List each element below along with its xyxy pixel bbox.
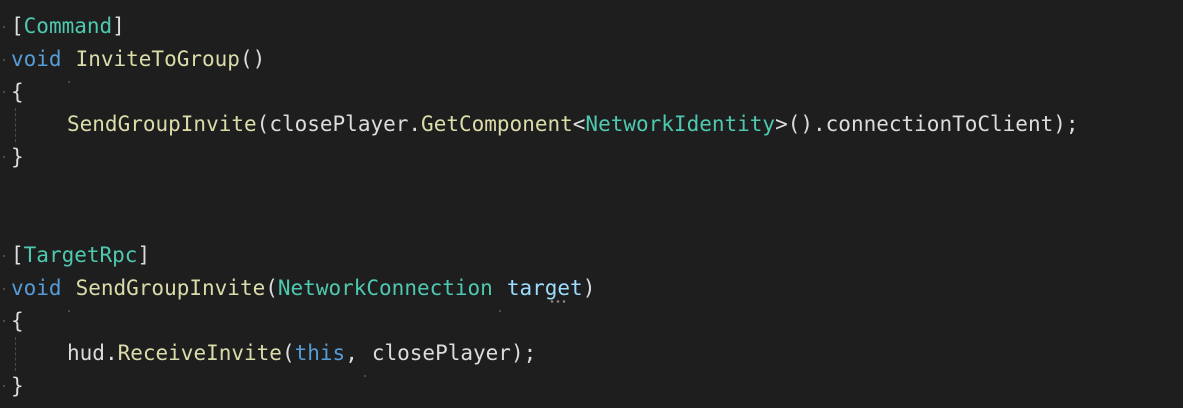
whitespace-marker: [3, 320, 5, 322]
code-line-9[interactable]: void SendGroupInvite(NetworkConnection tar…: [11, 272, 596, 312]
code-editor[interactable]: [Command] void InviteToGroup() { SendGrou…: [0, 0, 1183, 408]
type-networkidentity: NetworkIdentity: [585, 112, 776, 136]
call-receiveinvite: ReceiveInvite: [117, 341, 282, 365]
whitespace-marker: [3, 288, 5, 290]
paren-open: (: [265, 276, 278, 300]
open-brace: {: [11, 309, 24, 333]
code-line-4[interactable]: SendGroupInvite(closePlayer.GetComponent…: [67, 108, 1079, 140]
bracket-open: [: [11, 14, 24, 38]
whitespace-marker: [3, 156, 5, 158]
close-brace: }: [11, 374, 24, 398]
paren-open: (: [256, 112, 270, 136]
attribute-targetrpc: TargetRpc: [23, 243, 138, 267]
close-brace: }: [11, 145, 24, 169]
suggestion-dots[interactable]: [549, 300, 567, 303]
whitespace-marker: [3, 26, 5, 28]
whitespace-marker: [3, 385, 5, 387]
bracket-open: [: [11, 243, 24, 267]
parens: (): [239, 47, 266, 71]
identifier-closeplayer: closePlayer: [371, 341, 511, 365]
member-connectiontoclient: connectionToClient: [825, 112, 1054, 136]
method-name-invitetogroup: InviteToGroup: [75, 47, 240, 71]
bracket-close: ]: [112, 14, 125, 38]
generic-open: <: [572, 112, 586, 136]
parameter-target[interactable]: target: [507, 276, 583, 300]
method-name-sendgroupinvite: SendGroupInvite: [75, 276, 266, 300]
open-brace: {: [11, 80, 24, 104]
bracket-close: ]: [137, 243, 151, 267]
call-sendgroupinvite: SendGroupInvite: [67, 112, 257, 136]
attribute-command: Command: [23, 14, 113, 38]
paren-close: ): [582, 276, 596, 300]
keyword-this: this: [294, 341, 346, 365]
identifier-closeplayer: closePlayer: [269, 112, 409, 136]
statement-end: );: [1053, 112, 1079, 136]
keyword-void: void: [11, 276, 62, 300]
whitespace-marker: [3, 255, 5, 257]
identifier-hud: hud: [67, 341, 105, 365]
type-networkconnection: NetworkConnection: [277, 276, 493, 300]
statement-end: );: [510, 341, 537, 365]
code-line-8[interactable]: [TargetRpc]: [11, 239, 150, 271]
code-line-12[interactable]: }: [11, 370, 24, 402]
call-getcomponent: GetComponent: [421, 112, 573, 136]
dot: .: [408, 112, 422, 136]
code-line-5[interactable]: }: [11, 141, 24, 173]
code-line-1[interactable]: [Command]: [11, 10, 125, 42]
code-line-11[interactable]: hud.ReceiveInvite(this, closePlayer);: [67, 337, 537, 377]
code-line-3[interactable]: {: [11, 76, 24, 108]
whitespace-marker: [3, 91, 5, 93]
paren-open: (: [281, 341, 295, 365]
indent-guide: [15, 337, 16, 371]
dot: .: [104, 341, 118, 365]
whitespace-marker: [3, 59, 5, 61]
comma: ,: [345, 341, 358, 365]
generic-close-call: >().: [775, 112, 826, 136]
code-line-10[interactable]: {: [11, 305, 24, 337]
code-line-2[interactable]: void InviteToGroup(): [11, 43, 266, 83]
indent-guide: [15, 108, 16, 142]
keyword-void: void: [11, 47, 62, 71]
